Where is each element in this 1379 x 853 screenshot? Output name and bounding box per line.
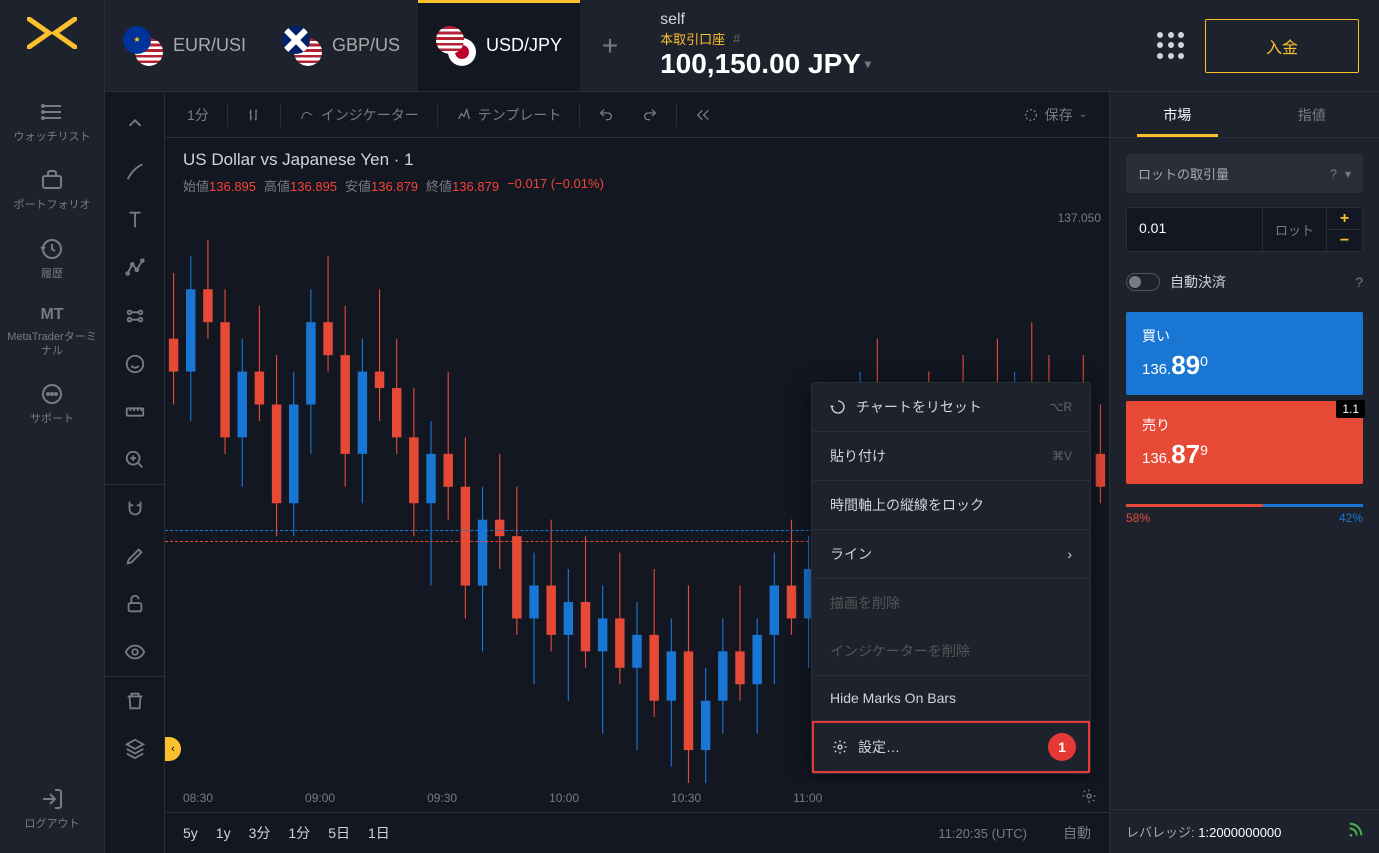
x-axis: 08:3009:0009:3010:0010:3011:00 [165, 783, 1109, 813]
nav-watchlist[interactable]: ウォッチリスト [0, 88, 104, 156]
auto-settle-label: 自動決済 [1170, 272, 1226, 292]
chevron-down-icon[interactable]: ▾ [865, 57, 871, 71]
cm-reset-chart[interactable]: チャートをリセット ⌥R [812, 383, 1090, 431]
tool-ruler[interactable] [105, 388, 164, 436]
cm-paste[interactable]: 貼り付け⌘V [812, 432, 1090, 480]
timeframe-selector[interactable]: 1分 [177, 99, 219, 131]
cm-lock-vlines[interactable]: 時間軸上の縦線をロック [812, 481, 1090, 529]
lot-decrement[interactable]: − [1327, 230, 1362, 251]
gear-icon [832, 739, 848, 755]
tf-1d[interactable]: 1日 [368, 823, 390, 843]
panel-tab-market[interactable]: 市場 [1110, 92, 1245, 137]
cm-remove-drawings: 描画を削除 [812, 579, 1090, 627]
tool-pencil[interactable] [105, 532, 164, 580]
y-axis-tick: 137.050 [1058, 211, 1101, 225]
flag-gb-icon [282, 26, 310, 54]
templates-button[interactable]: テンプレート [446, 99, 572, 131]
auto-settle-toggle[interactable] [1126, 273, 1160, 291]
clock: 11:20:35 (UTC) [938, 826, 1027, 841]
cm-remove-indicators: インジケーターを削除 [812, 627, 1090, 675]
cm-settings[interactable]: 設定… 1 [812, 721, 1090, 773]
tool-brush[interactable] [105, 148, 164, 196]
annotation-badge: 1 [1048, 733, 1076, 761]
tool-magnet[interactable] [105, 484, 164, 532]
tool-text[interactable] [105, 196, 164, 244]
chart-context-menu: チャートをリセット ⌥R 貼り付け⌘V 時間軸上の縦線をロック ライン› 描画を… [811, 382, 1091, 774]
nav-support[interactable]: サポート [0, 370, 104, 438]
tool-patterns[interactable] [105, 292, 164, 340]
sentiment-bar [1126, 504, 1363, 507]
panel-tab-limit[interactable]: 指値 [1245, 92, 1379, 137]
chevron-right-icon: › [1067, 546, 1072, 562]
tool-shapes[interactable] [105, 244, 164, 292]
nav-portfolio[interactable]: ポートフォリオ [0, 156, 104, 224]
add-tab-button[interactable]: + [580, 0, 640, 91]
flag-eu-icon [123, 26, 151, 54]
tab-usdjpy[interactable]: USD/JPY [418, 0, 580, 91]
chart-toolbar: 1分 インジケーター テンプレート 保存 ⌄ [165, 92, 1109, 138]
account-info: self 本取引口座 # 100,150.00 JPY▾ [660, 11, 871, 80]
rewind-button[interactable] [685, 101, 721, 129]
lot-increment[interactable]: + [1327, 208, 1362, 230]
lot-unit: ロット [1262, 208, 1326, 251]
tf-5y[interactable]: 5y [183, 825, 198, 841]
tab-gbpusd[interactable]: GBP/US [264, 0, 418, 91]
auto-label[interactable]: 自動 [1063, 823, 1091, 843]
flag-us-icon [436, 26, 464, 54]
help-icon[interactable]: ? [1330, 167, 1337, 181]
tf-1m[interactable]: 1分 [288, 823, 310, 843]
tool-layers[interactable] [105, 724, 164, 772]
cm-hide-marks[interactable]: Hide Marks On Bars [812, 676, 1090, 720]
tf-1y[interactable]: 1y [216, 825, 231, 841]
spread-badge: 1.1 [1336, 400, 1365, 418]
lot-header[interactable]: ロットの取引量 ? ▾ [1126, 154, 1363, 193]
tab-eurusd[interactable]: EUR/USI [105, 0, 264, 91]
tf-3m[interactable]: 3分 [249, 823, 271, 843]
cm-line[interactable]: ライン› [812, 530, 1090, 578]
nav-history[interactable]: 履歴 [0, 225, 104, 293]
indicators-button[interactable]: インジケーター [289, 99, 429, 131]
tool-lock[interactable] [105, 580, 164, 628]
undo-button[interactable] [588, 101, 624, 129]
tf-5d[interactable]: 5日 [328, 823, 350, 843]
deposit-button[interactable]: 入金 [1205, 19, 1359, 73]
logo [22, 8, 82, 58]
chart-canvas[interactable]: 137.050 ‹ チャートをリセット ⌥R 貼り付け⌘V 時間軸上の縦線をロッ… [165, 207, 1109, 783]
tool-trash[interactable] [105, 676, 164, 724]
redo-button[interactable] [632, 101, 668, 129]
apps-grid-icon[interactable] [1157, 32, 1185, 60]
chart-title: US Dollar vs Japanese Yen · 1 [183, 150, 1091, 170]
nav-logout[interactable]: ログアウト [0, 775, 104, 843]
trade-panel: 市場 指値 ロットの取引量 ? ▾ 0.01 ロット + − [1109, 92, 1379, 853]
chart-type-button[interactable] [236, 101, 272, 129]
bottom-bar: 5y 1y 3分 1分 5日 1日 11:20:35 (UTC) 自動 [165, 813, 1109, 853]
tool-zoom[interactable] [105, 436, 164, 484]
help-icon[interactable]: ? [1355, 274, 1363, 290]
tool-emoji[interactable] [105, 340, 164, 388]
axis-settings-icon[interactable] [1081, 788, 1097, 807]
connection-icon [1347, 822, 1363, 841]
buy-button[interactable]: 買い 136.890 [1126, 312, 1363, 395]
sell-button[interactable]: 売り 136.879 [1126, 401, 1363, 484]
topbar: EUR/USI GBP/US USD/JPY + self 本取引口座 # 10… [105, 0, 1379, 92]
sentiment-sell-pct: 42% [1339, 511, 1363, 525]
nav-metatrader[interactable]: MT MetaTraderターミナル [0, 293, 104, 370]
tool-cross[interactable] [105, 100, 164, 148]
save-button[interactable]: 保存 ⌄ [1013, 99, 1097, 131]
tool-eye[interactable] [105, 628, 164, 676]
nav-sidebar: ウォッチリスト ポートフォリオ 履歴 MT MetaTraderターミナル サポ… [0, 0, 105, 853]
chevron-down-icon[interactable]: ▾ [1345, 167, 1351, 181]
sentiment-buy-pct: 58% [1126, 511, 1150, 525]
lot-input[interactable]: 0.01 [1127, 208, 1262, 251]
chart-header: US Dollar vs Japanese Yen · 1 始値136.895 … [165, 138, 1109, 207]
drawing-tools [105, 92, 165, 853]
